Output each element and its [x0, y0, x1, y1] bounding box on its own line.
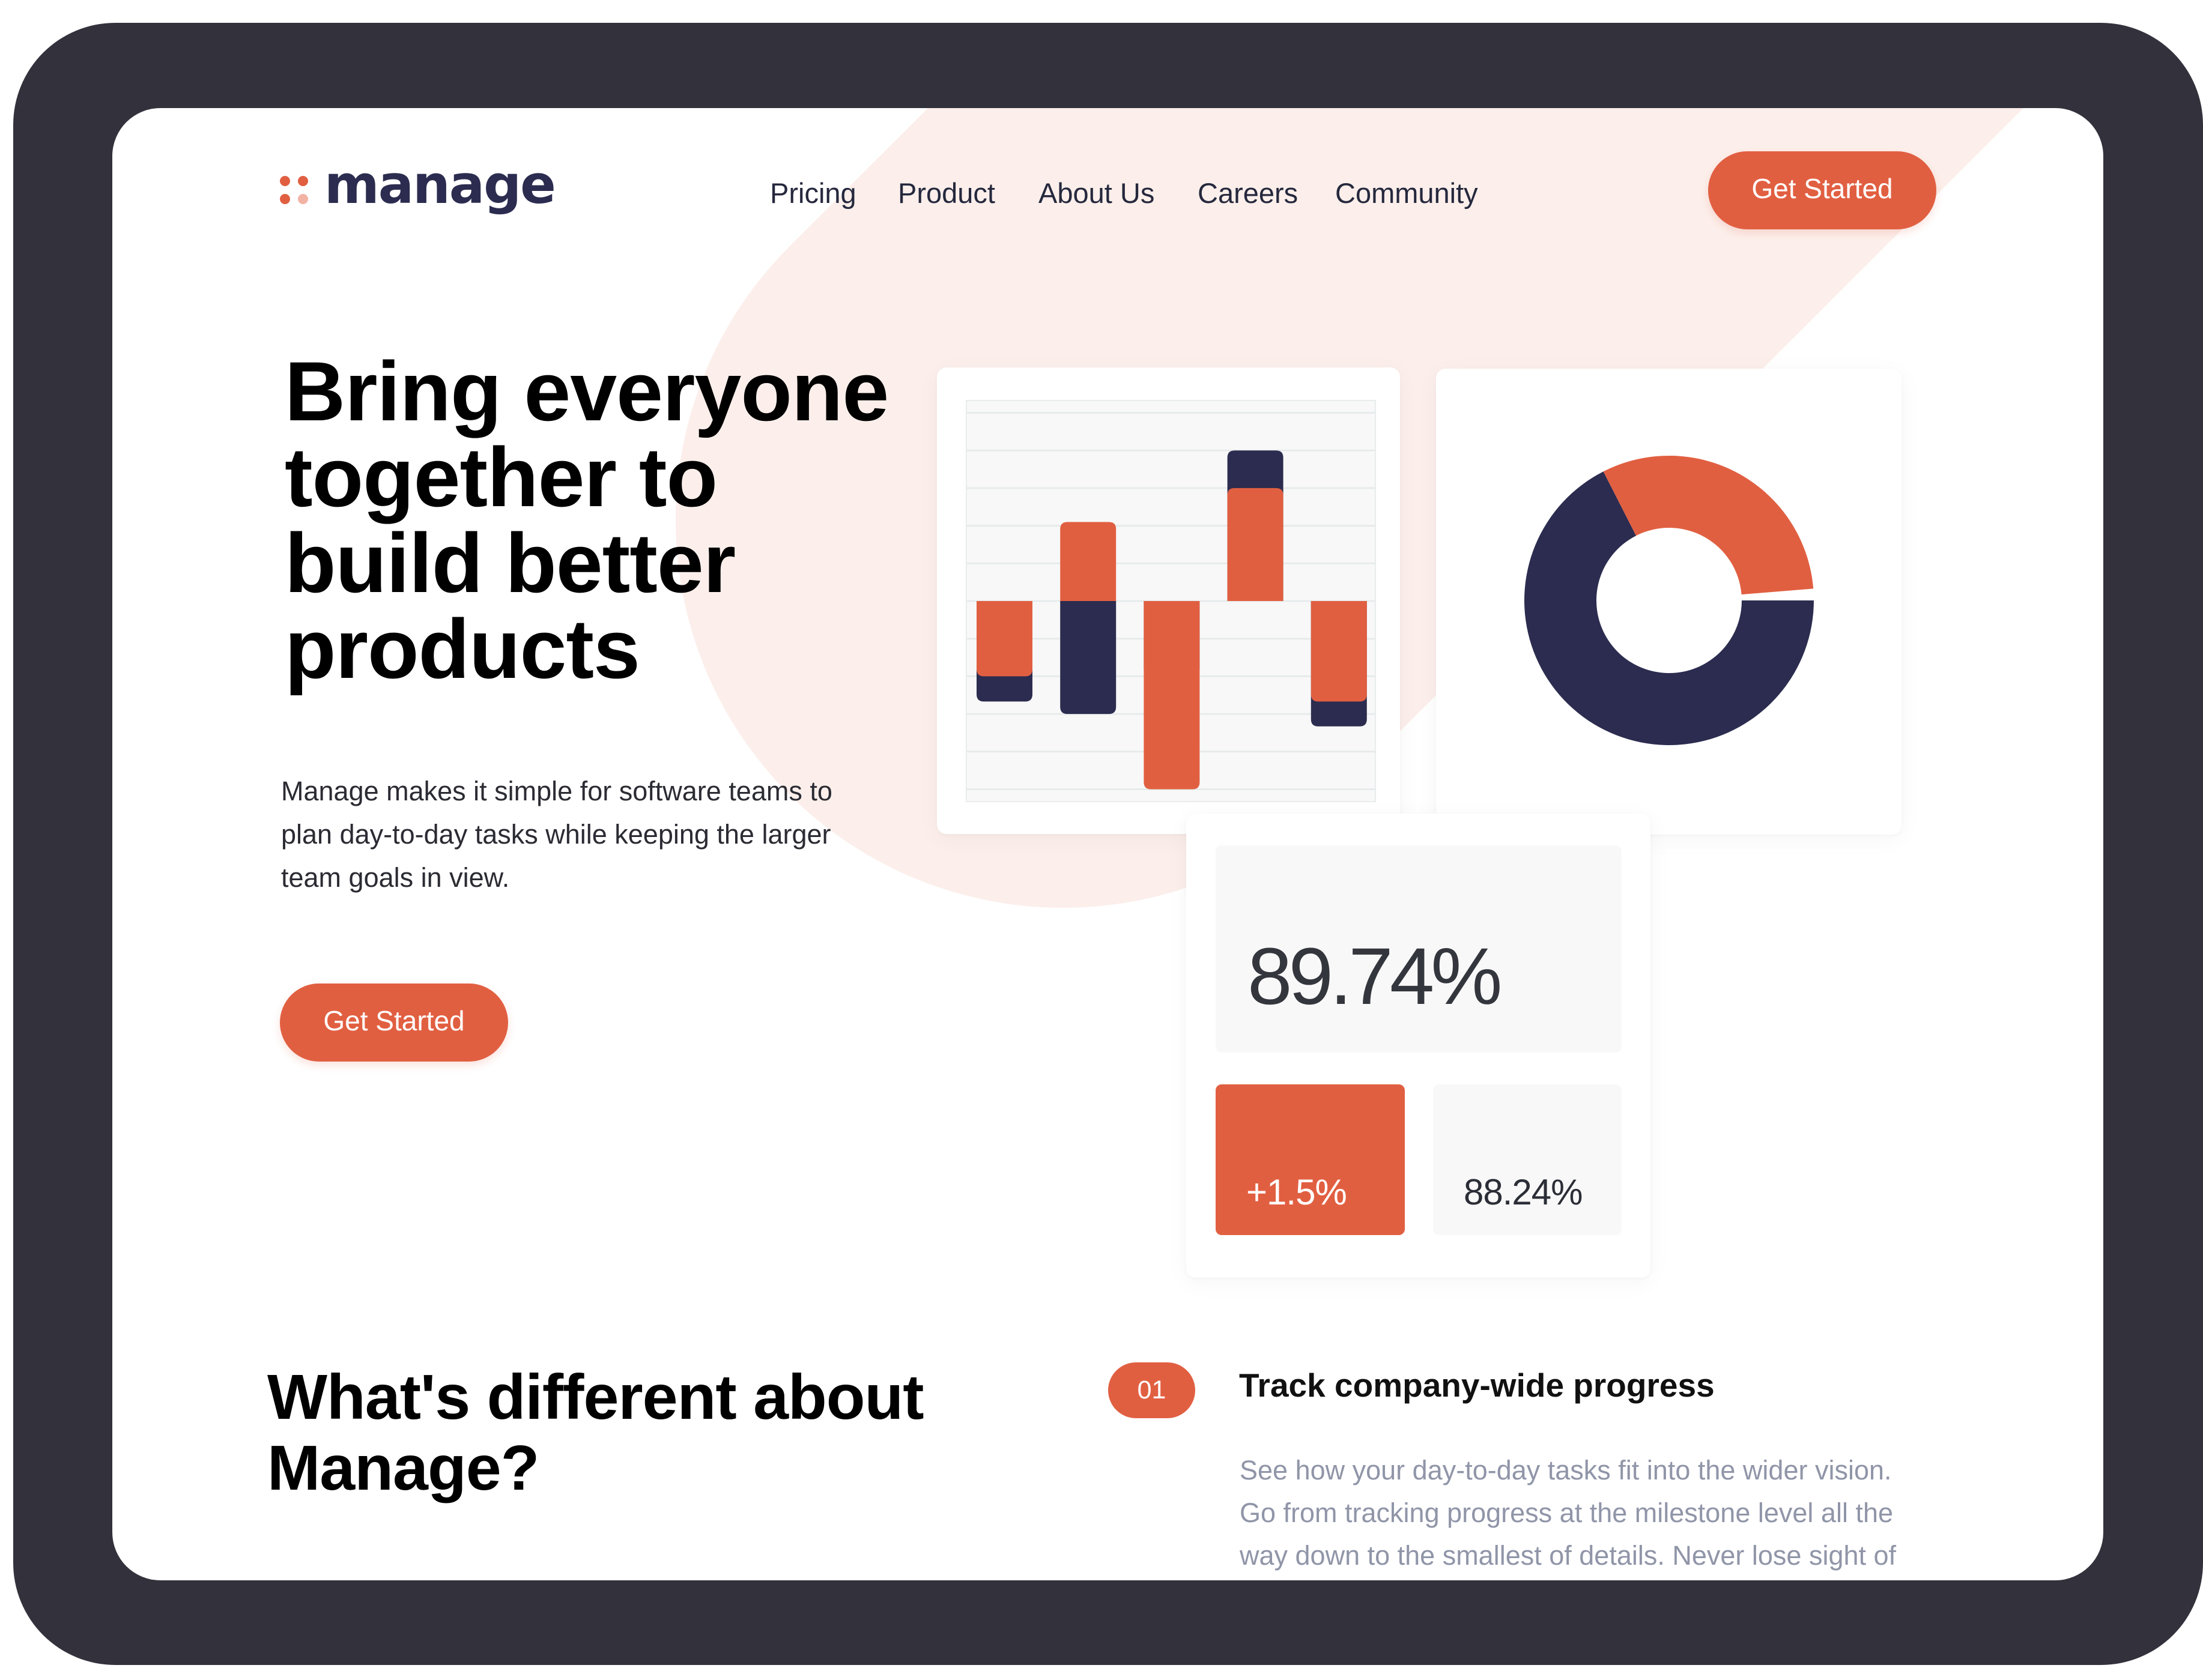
- hero-description-line: team goals in view.: [281, 862, 510, 893]
- feature-description-line: Go from tracking progress at the milesto…: [1240, 1497, 1893, 1528]
- feature-description-line: way down to the smallest of details. Nev…: [1240, 1540, 1897, 1571]
- bar-orange: [1060, 522, 1117, 601]
- nav-product[interactable]: Product: [898, 179, 995, 207]
- logo[interactable]: manage: [279, 159, 664, 220]
- feature-title: Track company-wide progress: [1239, 1367, 1715, 1404]
- stat-change-box: +1.5%: [1216, 1084, 1405, 1235]
- section-title-line: What's different about: [267, 1362, 924, 1433]
- stat-secondary-box: 88.24%: [1433, 1084, 1622, 1235]
- stat-change-value: +1.5%: [1246, 1172, 1347, 1212]
- bar-chart: [966, 400, 1376, 802]
- nav-careers[interactable]: Careers: [1198, 179, 1298, 207]
- logo-dot-icon: [280, 194, 290, 204]
- feature-description: See how your day-to-day tasks fit into t…: [1240, 1449, 1896, 1577]
- bar-orange: [1311, 601, 1367, 702]
- feature-description-line: See how your day-to-day tasks fit into t…: [1240, 1455, 1892, 1485]
- hero-get-started-button[interactable]: Get Started: [280, 984, 508, 1062]
- donut-chart-card: [1436, 369, 1901, 835]
- logo-dot-icon: [298, 176, 308, 186]
- hero-title-line: together to: [285, 430, 718, 524]
- bar-chart-svg: [967, 412, 1375, 790]
- bar-orange: [1144, 601, 1200, 790]
- nav-pricing[interactable]: Pricing: [770, 179, 856, 207]
- section-title: What's different about Manage?: [267, 1362, 924, 1503]
- header-get-started-label: Get Started: [1751, 173, 1893, 204]
- bar-navy: [1060, 601, 1117, 715]
- hero-title: Bring everyone together to build better …: [285, 344, 889, 696]
- hero-get-started-label: Get Started: [323, 1005, 465, 1036]
- header-get-started-button[interactable]: Get Started: [1708, 151, 1936, 229]
- hero-description: Manage makes it simple for software team…: [281, 770, 832, 899]
- stats-card: 89.74% +1.5% 88.24%: [1186, 814, 1650, 1278]
- device-screen: manage Pricing Product About Us Careers …: [112, 108, 2103, 1580]
- logo-wordmark: manage: [324, 154, 556, 216]
- logo-dot-icon: [280, 176, 290, 186]
- hero-description-line: Manage makes it simple for software team…: [281, 776, 832, 806]
- nav-about-us[interactable]: About Us: [1038, 179, 1154, 207]
- stat-main-value: 89.74%: [1247, 932, 1502, 1021]
- section-title-line: Manage?: [267, 1433, 539, 1503]
- stat-main-box: 89.74%: [1216, 845, 1622, 1053]
- bar-orange: [1227, 488, 1283, 601]
- bar-orange: [977, 601, 1032, 677]
- stat-secondary-value: 88.24%: [1464, 1172, 1583, 1212]
- hero-title-line: Bring everyone: [285, 344, 889, 438]
- hero-description-line: plan day-to-day tasks while keeping the …: [281, 819, 831, 850]
- feature-number-badge: 01: [1108, 1362, 1195, 1418]
- bar-chart-card: [937, 367, 1400, 834]
- hero-title-line: build better: [285, 516, 736, 610]
- donut-chart-svg: [1524, 456, 1814, 745]
- donut-slice-orange: [1603, 456, 1814, 595]
- nav-community[interactable]: Community: [1335, 179, 1478, 207]
- logo-dot-icon: [298, 194, 308, 204]
- feature-number: 01: [1137, 1376, 1166, 1404]
- hero-title-line: products: [285, 602, 640, 696]
